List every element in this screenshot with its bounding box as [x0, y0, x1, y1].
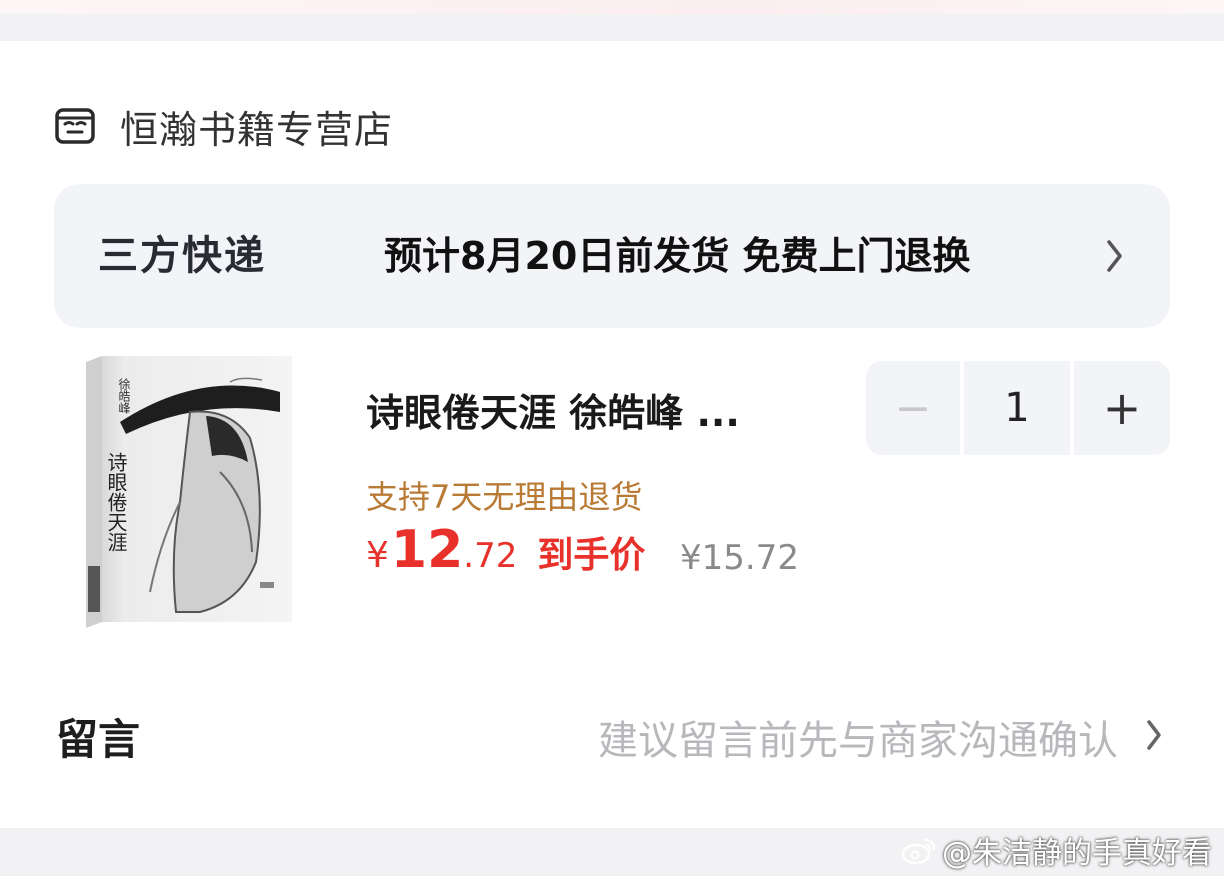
quantity-value[interactable]: 1: [964, 361, 1070, 455]
watermark-text: @朱洁静的手真好看: [942, 836, 1212, 871]
chevron-right-icon[interactable]: [1144, 716, 1164, 754]
watermark: @朱洁静的手真好看: [900, 828, 1212, 872]
return-policy: 支持7天无理由退货: [366, 478, 643, 516]
final-price: ¥ 12 .72 到手价: [366, 520, 645, 586]
original-price: ¥15.72: [680, 538, 799, 578]
store-header[interactable]: 恒瀚书籍专营店: [54, 100, 393, 152]
section-divider-top: [0, 14, 1224, 41]
price-integer: 12: [390, 520, 464, 580]
cover-author: 徐皓峰: [117, 377, 131, 414]
chevron-right-icon: [1107, 240, 1122, 272]
price-currency: ¥: [366, 535, 389, 576]
price-decimal: .72: [463, 536, 518, 576]
quantity-increase-button[interactable]: +: [1074, 361, 1170, 455]
store-name: 恒瀚书籍专营店: [120, 107, 394, 152]
quantity-decrease-button[interactable]: −: [866, 361, 960, 455]
book-cover-image[interactable]: 徐皓峰 诗眼倦天涯: [80, 352, 294, 628]
note-label: 留言: [56, 715, 141, 764]
top-edge-strip: [0, 0, 1224, 14]
note-input[interactable]: 建议留言前先与商家沟通确认: [598, 708, 1118, 766]
price-tag: 到手价: [537, 535, 646, 576]
product-title[interactable]: 诗眼倦天涯 徐皓峰 ...: [366, 382, 740, 437]
store-face-icon: [55, 108, 95, 144]
shipping-info: 预计8月20日前发货 免费上门退换: [384, 234, 971, 278]
quantity-stepper: − 1 +: [866, 361, 1170, 455]
weibo-icon: [901, 838, 936, 865]
shipping-type: 三方快递: [98, 233, 266, 279]
shipping-panel[interactable]: 三方快递 预计8月20日前发货 免费上门退换: [54, 184, 1170, 328]
cover-title: 诗眼倦天涯: [104, 452, 128, 552]
